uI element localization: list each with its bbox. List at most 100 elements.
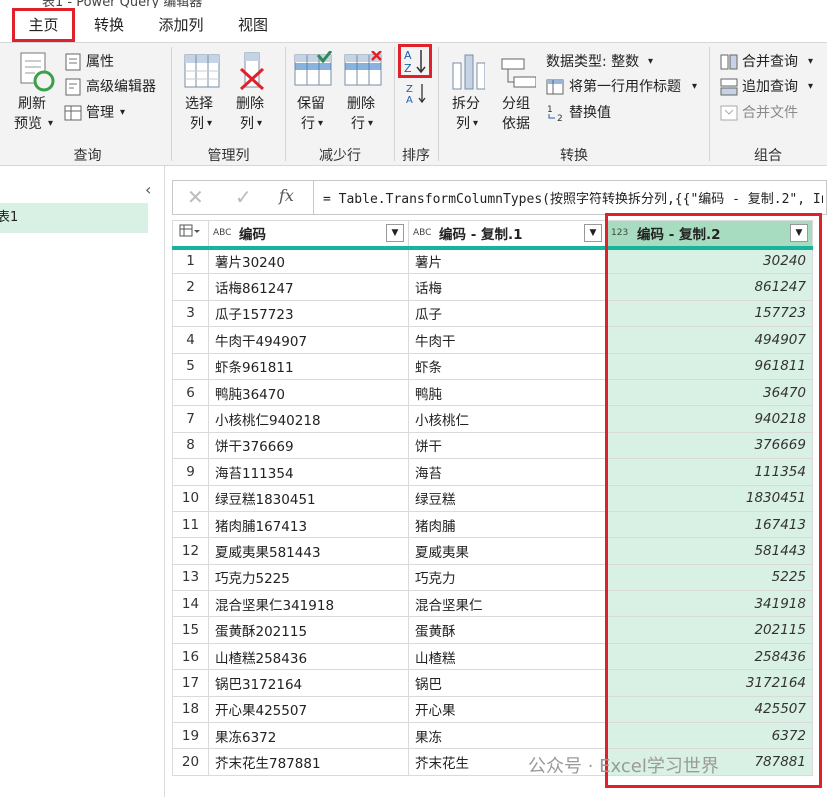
code-cell[interactable]: 薯片30240	[208, 246, 409, 275]
window-title-bar: 表1 - Power Query 编辑器	[0, 0, 827, 8]
code-copy-1-cell[interactable]: 巧克力	[408, 563, 607, 592]
code-copy-1-cell[interactable]: 牛肉干	[408, 326, 607, 354]
code-copy-1-cell[interactable]: 猪肉脯	[408, 510, 607, 539]
row-number[interactable]: 19	[172, 722, 209, 750]
code-cell[interactable]: 芥末花生787881	[208, 748, 409, 776]
code-copy-1-cell[interactable]: 绿豆糕	[408, 484, 607, 512]
collapse-pane-icon[interactable]: ‹	[145, 180, 151, 199]
code-copy-1-cell[interactable]: 小核桃仁	[408, 405, 607, 433]
row-number[interactable]: 20	[172, 748, 209, 776]
filter-dropdown-icon[interactable]: ▼	[584, 224, 602, 243]
code-cell[interactable]: 蛋黄酥202115	[208, 616, 409, 644]
group-by-label-2: 依据	[502, 116, 530, 132]
chevron-down-icon: ▾	[120, 107, 126, 118]
selected-column-highlight	[605, 213, 822, 788]
chevron-down-icon: ▾	[48, 118, 54, 129]
code-copy-1-cell[interactable]: 饼干	[408, 431, 607, 460]
filter-dropdown-icon[interactable]: ▼	[386, 224, 404, 243]
cancel-icon[interactable]: ✕	[187, 185, 204, 209]
code-cell[interactable]: 绿豆糕1830451	[208, 484, 409, 512]
code-copy-1-cell[interactable]: 鸭肫	[408, 378, 607, 407]
code-cell[interactable]: 锅巴3172164	[208, 669, 409, 697]
row-number[interactable]: 18	[172, 695, 209, 724]
code-copy-1-cell[interactable]: 山楂糕	[408, 642, 607, 671]
query-item-label: 表1	[0, 210, 19, 225]
row-number[interactable]: 11	[172, 510, 209, 539]
code-cell[interactable]: 开心果425507	[208, 695, 409, 724]
tab-home[interactable]: 主页	[12, 8, 75, 42]
code-copy-1-cell[interactable]: 海苔	[408, 458, 607, 486]
code-cell[interactable]: 牛肉干494907	[208, 326, 409, 354]
code-copy-1-cell[interactable]: 开心果	[408, 695, 607, 724]
code-cell[interactable]: 鸭肫36470	[208, 378, 409, 407]
row-number[interactable]: 14	[172, 590, 209, 618]
code-cell[interactable]: 海苔111354	[208, 458, 409, 486]
row-number[interactable]: 1	[172, 246, 209, 275]
column-header-code[interactable]: ABC 编码 ▼	[208, 220, 409, 250]
combine-files-icon	[720, 105, 738, 121]
code-cell[interactable]: 山楂糕258436	[208, 642, 409, 671]
row-number[interactable]: 10	[172, 484, 209, 512]
code-cell[interactable]: 混合坚果仁341918	[208, 590, 409, 618]
code-cell[interactable]: 饼干376669	[208, 431, 409, 460]
row-number[interactable]: 17	[172, 669, 209, 697]
row-number[interactable]: 16	[172, 642, 209, 671]
code-cell[interactable]: 虾条961811	[208, 352, 409, 380]
chevron-down-icon: ▾	[318, 118, 324, 129]
table-menu-button[interactable]	[172, 220, 209, 250]
svg-text:Z: Z	[406, 84, 413, 95]
code-cell[interactable]: 瓜子157723	[208, 299, 409, 328]
group-label-transform: 转换	[560, 148, 588, 164]
code-copy-1-cell[interactable]: 蛋黄酥	[408, 616, 607, 644]
query-item[interactable]: 表1	[0, 203, 148, 233]
code-copy-1-cell[interactable]: 果冻	[408, 722, 607, 750]
choose-columns-label-2: 列	[190, 116, 204, 132]
tab-transform[interactable]: 转换	[84, 8, 134, 42]
split-column-icon	[452, 54, 485, 90]
remove-rows-label-2: 行	[351, 116, 365, 132]
chevron-down-icon: ▾	[808, 56, 814, 67]
code-cell[interactable]: 夏威夷果581443	[208, 537, 409, 565]
keep-rows-label-1: 保留	[297, 96, 325, 112]
fx-icon[interactable]: fx	[279, 186, 294, 205]
code-cell[interactable]: 果冻6372	[208, 722, 409, 750]
choose-columns-icon	[184, 54, 220, 88]
code-copy-1-cell[interactable]: 混合坚果仁	[408, 590, 607, 618]
group-divider	[171, 47, 172, 161]
row-number[interactable]: 6	[172, 378, 209, 407]
code-copy-1-cell[interactable]: 话梅	[408, 273, 607, 301]
row-number[interactable]: 3	[172, 299, 209, 328]
text-type-icon[interactable]: ABC	[213, 228, 239, 238]
text-type-icon[interactable]: ABC	[413, 228, 439, 238]
chevron-down-icon: ▾	[808, 81, 814, 92]
tab-add-column[interactable]: 添加列	[150, 8, 212, 42]
column-header-code-copy-1[interactable]: ABC 编码 - 复制.1 ▼	[408, 220, 607, 250]
code-copy-1-cell[interactable]: 薯片	[408, 246, 607, 275]
row-number[interactable]: 8	[172, 431, 209, 460]
row-number[interactable]: 13	[172, 563, 209, 592]
row-number[interactable]: 12	[172, 537, 209, 565]
code-cell[interactable]: 巧克力5225	[208, 563, 409, 592]
svg-text:2: 2	[557, 114, 563, 123]
sort-ascending-button[interactable]: A Z	[398, 44, 432, 78]
row-number[interactable]: 4	[172, 326, 209, 354]
window-title: 表1 - Power Query 编辑器	[42, 0, 203, 8]
row-number[interactable]: 5	[172, 352, 209, 380]
code-copy-1-cell[interactable]: 夏威夷果	[408, 537, 607, 565]
formula-bar: ✕ ✓ fx = Table.TransformColumnTypes(按照字符…	[172, 180, 827, 215]
code-copy-1-cell[interactable]: 瓜子	[408, 299, 607, 328]
row-number[interactable]: 2	[172, 273, 209, 301]
code-cell[interactable]: 猪肉脯167413	[208, 510, 409, 539]
advanced-editor-icon	[65, 78, 81, 96]
merge-queries-icon	[720, 54, 738, 70]
formula-input[interactable]: = Table.TransformColumnTypes(按照字符转换拆分列,{…	[323, 188, 823, 207]
confirm-icon[interactable]: ✓	[235, 185, 252, 209]
row-number[interactable]: 15	[172, 616, 209, 644]
row-number[interactable]: 9	[172, 458, 209, 486]
code-copy-1-cell[interactable]: 锅巴	[408, 669, 607, 697]
code-cell[interactable]: 话梅861247	[208, 273, 409, 301]
row-number[interactable]: 7	[172, 405, 209, 433]
code-copy-1-cell[interactable]: 虾条	[408, 352, 607, 380]
code-cell[interactable]: 小核桃仁940218	[208, 405, 409, 433]
tab-view[interactable]: 视图	[228, 8, 278, 42]
